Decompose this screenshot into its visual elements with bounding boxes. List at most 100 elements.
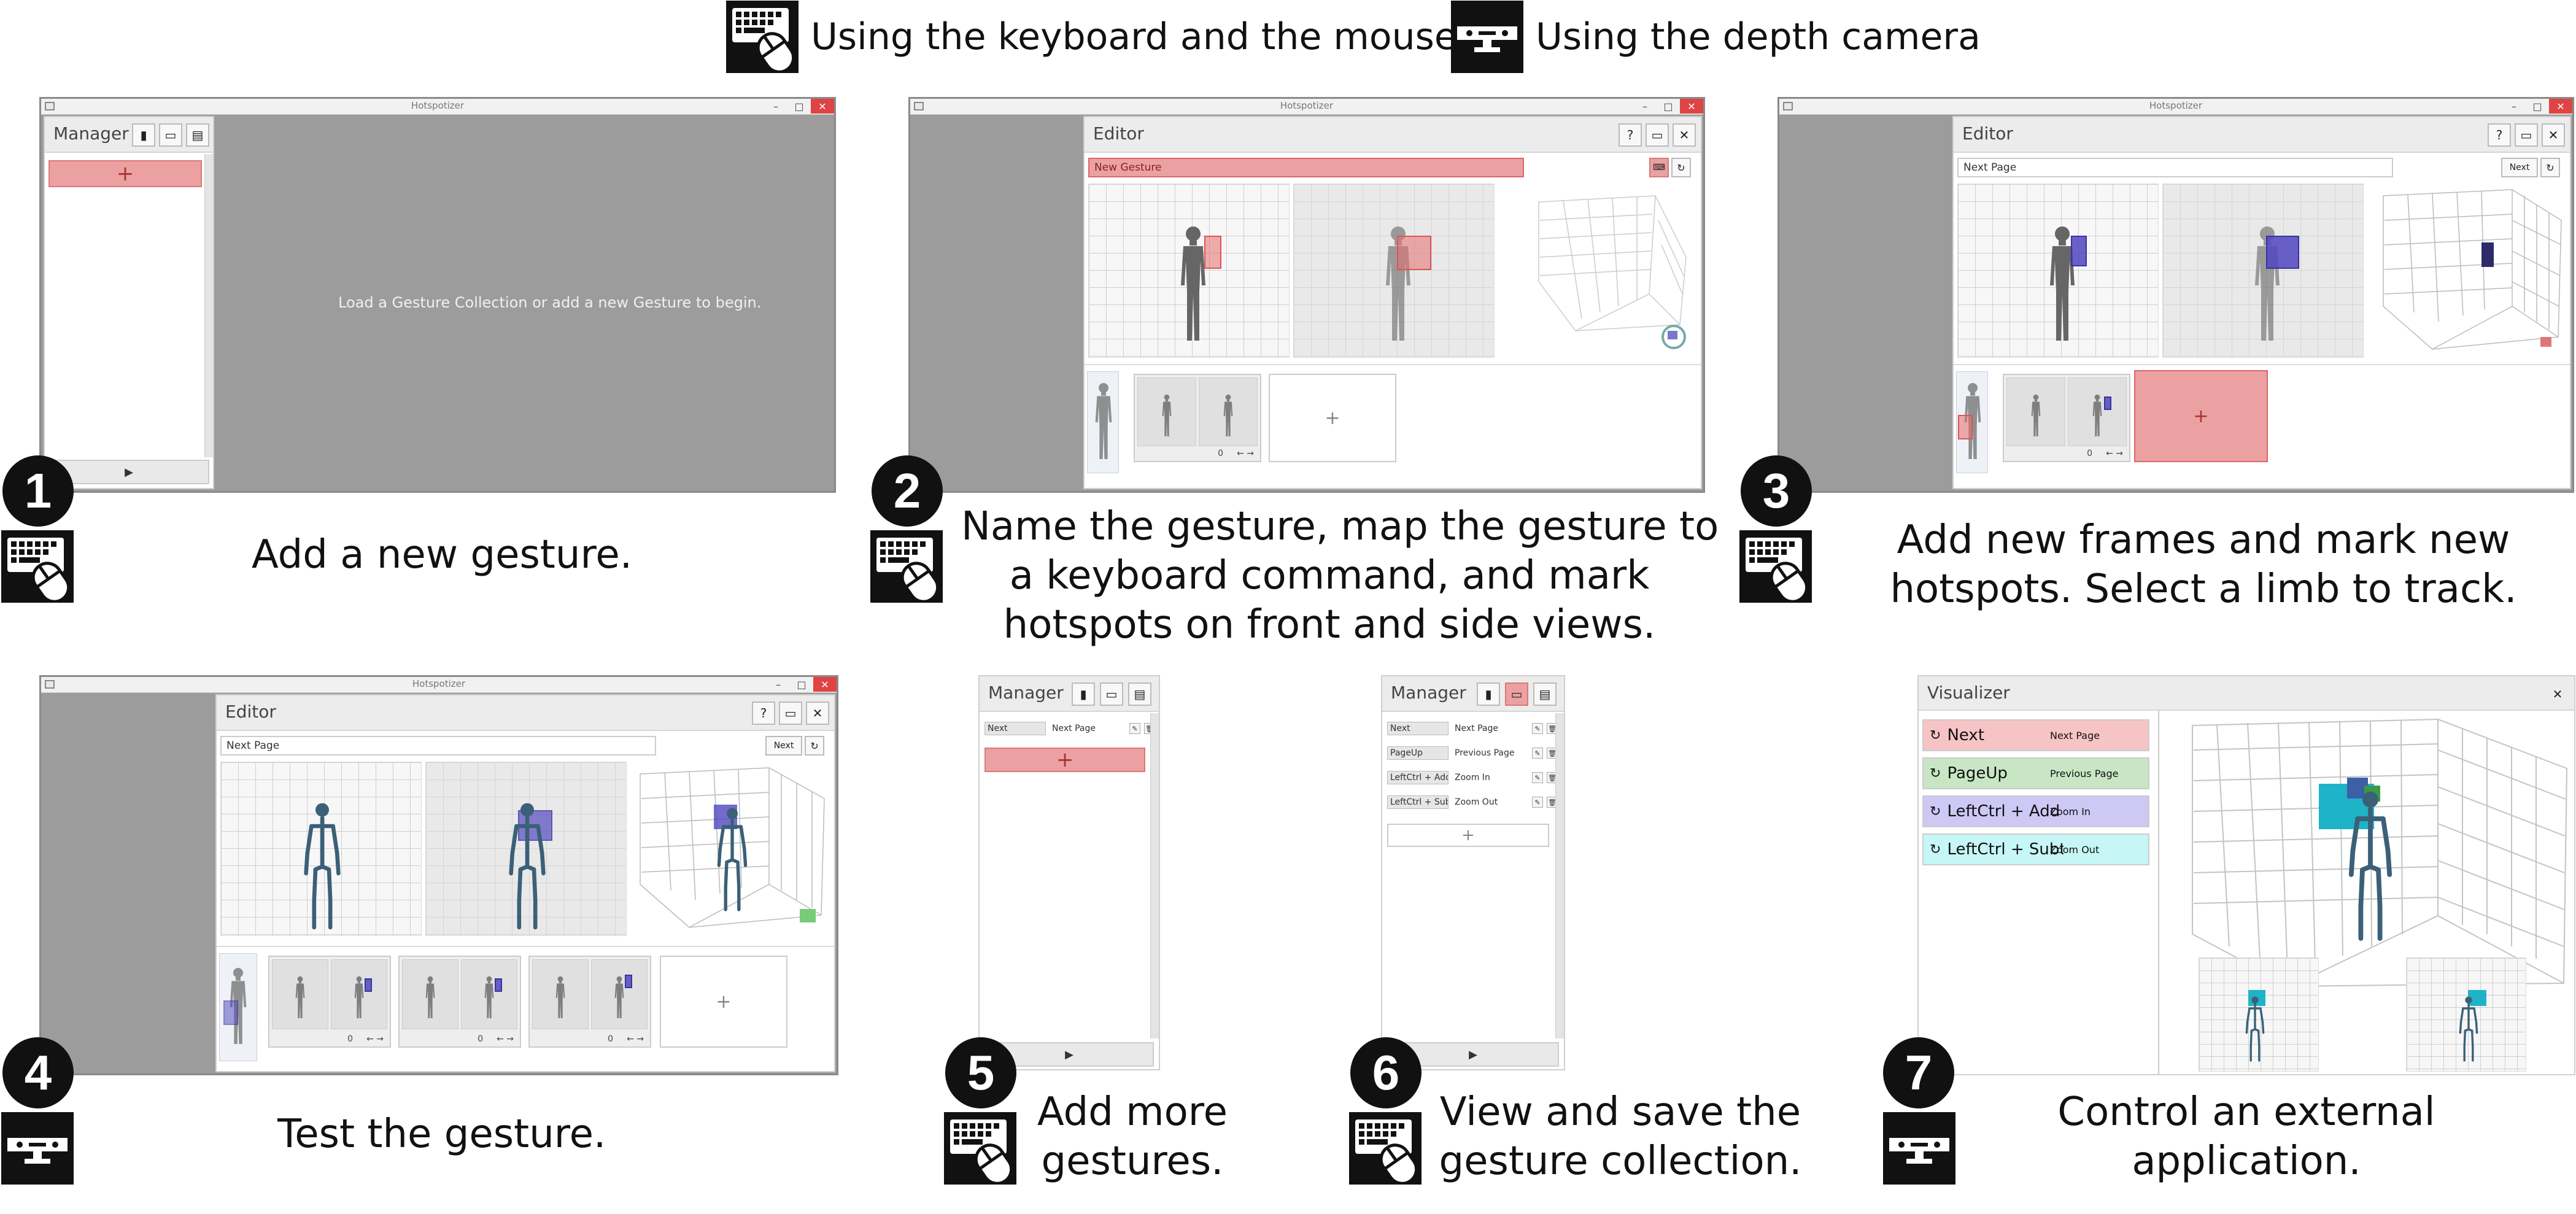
key-mapping-button[interactable]: Next xyxy=(2501,158,2538,177)
new-collection-button[interactable]: ▮ xyxy=(1072,682,1095,706)
save-button[interactable]: ▭ xyxy=(1505,682,1528,706)
gesture-key: Next xyxy=(984,722,1046,735)
close-editor-button[interactable]: ✕ xyxy=(806,702,829,725)
add-gesture-button[interactable]: + xyxy=(984,748,1145,772)
step5-caption: Add more gestures. xyxy=(1019,1088,1246,1186)
3d-view[interactable] xyxy=(1526,184,1692,361)
maximize-button[interactable]: □ xyxy=(1657,99,1680,114)
save-button[interactable]: ▭ xyxy=(1646,123,1669,147)
gesture-row[interactable]: PageUp Previous Page ✎ 🗑 xyxy=(1387,746,1558,760)
save-button[interactable]: ▭ xyxy=(1100,682,1123,706)
skeleton xyxy=(301,799,344,934)
play-button[interactable]: ▶ xyxy=(48,460,209,484)
keyboard-button[interactable]: ⌨ xyxy=(1649,158,1669,177)
close-editor-button[interactable]: ✕ xyxy=(1673,123,1696,147)
side-view-grid[interactable] xyxy=(425,762,627,936)
hotspot xyxy=(2266,236,2299,269)
help-button[interactable]: ? xyxy=(2488,123,2511,147)
frame-nav[interactable]: ← → xyxy=(2106,449,2123,458)
gesture-name-input[interactable]: Next Page xyxy=(220,736,656,756)
gesture-row[interactable]: LeftCtrl + Subtract Zoom Out ✎ 🗑 xyxy=(1387,795,1558,809)
refresh-icon[interactable]: ↻ xyxy=(2540,158,2560,177)
help-button[interactable]: ? xyxy=(752,702,775,725)
new-collection-button[interactable]: ▮ xyxy=(1477,682,1500,706)
add-gesture-button[interactable]: + xyxy=(48,160,202,187)
refresh-icon[interactable]: ↻ xyxy=(805,736,824,756)
frame-nav[interactable]: ← → xyxy=(497,1034,514,1044)
gesture-name-input[interactable]: New Gesture xyxy=(1088,158,1524,177)
open-button[interactable]: ▤ xyxy=(1128,682,1151,706)
frame-thumbnail[interactable]: ← → 0 xyxy=(1134,374,1261,462)
help-button[interactable]: ? xyxy=(1619,123,1642,147)
limb-selector[interactable] xyxy=(219,953,257,1061)
edit-icon[interactable]: ✎ xyxy=(1532,797,1543,808)
open-button[interactable]: ▤ xyxy=(186,123,209,147)
side-view-grid[interactable] xyxy=(2162,184,2364,358)
step-number-badge: 5 xyxy=(945,1037,1016,1108)
add-frame-button[interactable]: + xyxy=(2134,370,2268,462)
gesture-key: LeftCtrl + Subtract xyxy=(1947,840,2064,859)
close-visualizer-button[interactable]: ✕ xyxy=(2546,682,2569,706)
add-frame-button[interactable]: + xyxy=(660,956,787,1048)
save-button[interactable]: ▭ xyxy=(779,702,802,725)
close-button[interactable]: ✕ xyxy=(811,99,834,114)
add-frame-button[interactable]: + xyxy=(1269,374,1396,462)
caption-line: Name the gesture, map the gesture to xyxy=(961,504,1719,549)
frame-thumbnail[interactable]: ← → 0 xyxy=(2003,374,2130,462)
gesture-name-input[interactable]: Next Page xyxy=(1957,158,2393,177)
new-collection-button[interactable]: ▮ xyxy=(132,123,155,147)
scrollbar[interactable] xyxy=(1555,713,1564,1038)
skeleton xyxy=(506,799,549,934)
edit-icon[interactable]: ✎ xyxy=(1129,723,1140,734)
front-view-grid[interactable] xyxy=(1088,184,1290,358)
hotspot xyxy=(1397,236,1431,270)
minimize-button[interactable]: – xyxy=(2502,99,2526,114)
frame-counter: 0 xyxy=(1218,449,1223,458)
maximize-button[interactable]: □ xyxy=(787,99,811,114)
editor-title: Editor xyxy=(1093,123,1144,144)
frame-thumbnail[interactable]: ← → 0 xyxy=(528,956,651,1048)
frame-nav[interactable]: ← → xyxy=(627,1034,644,1044)
close-button[interactable]: ✕ xyxy=(813,677,837,692)
minimize-button[interactable]: – xyxy=(764,99,787,114)
key-label: Next xyxy=(2509,163,2530,172)
refresh-icon[interactable]: ↻ xyxy=(1671,158,1691,177)
save-button[interactable]: ▭ xyxy=(2515,123,2538,147)
step4-window: Hotspotizer – □ ✕ Editor ? ▭ ✕ Next Page N… xyxy=(39,675,838,1075)
gesture-row[interactable]: LeftCtrl + Add Zoom In ✎ 🗑 xyxy=(1387,771,1558,784)
gesture-row[interactable]: Next Next Page ✎ 🗑 xyxy=(1387,722,1558,735)
3d-view[interactable] xyxy=(2377,184,2567,361)
minimize-button[interactable]: – xyxy=(1633,99,1657,114)
side-view-grid[interactable] xyxy=(1293,184,1495,358)
add-gesture-button[interactable]: + xyxy=(1387,824,1549,847)
scrollbar[interactable] xyxy=(1150,713,1159,1038)
key-mapping-button[interactable]: Next xyxy=(765,736,802,756)
frame-nav[interactable]: ← → xyxy=(1237,449,1254,458)
close-editor-button[interactable]: ✕ xyxy=(2542,123,2565,147)
frame-thumbnail[interactable]: ← → 0 xyxy=(268,956,391,1048)
maximize-button[interactable]: □ xyxy=(2526,99,2549,114)
edit-icon[interactable]: ✎ xyxy=(1532,723,1543,734)
front-view-grid[interactable] xyxy=(220,762,422,936)
maximize-button[interactable]: □ xyxy=(790,677,813,692)
keyboard-mouse-icon xyxy=(1,530,74,603)
3d-view[interactable] xyxy=(634,762,830,940)
limb-selector[interactable] xyxy=(1956,371,1988,473)
save-button[interactable]: ▭ xyxy=(159,123,182,147)
limb-selector[interactable] xyxy=(1087,371,1119,473)
frame-thumbnail[interactable]: ← → 0 xyxy=(398,956,521,1048)
gesture-row[interactable]: Next Next Page ✎ 🗑 xyxy=(984,722,1155,735)
close-button[interactable]: ✕ xyxy=(2549,99,2572,114)
gesture-name: Zoom Out xyxy=(1455,797,1498,807)
step1-caption: Add a new gesture. xyxy=(252,530,632,579)
scrollbar[interactable] xyxy=(204,154,213,457)
edit-icon[interactable]: ✎ xyxy=(1532,748,1543,759)
close-button[interactable]: ✕ xyxy=(1680,99,1703,114)
minimize-button[interactable]: – xyxy=(767,677,790,692)
front-view-grid[interactable] xyxy=(1957,184,2159,358)
gesture-status-row: ↻ Next Next Page xyxy=(1922,719,2149,751)
open-button[interactable]: ▤ xyxy=(1533,682,1557,706)
edit-icon[interactable]: ✎ xyxy=(1532,772,1543,783)
front-preview-grid xyxy=(2199,957,2319,1072)
frame-nav[interactable]: ← → xyxy=(366,1034,384,1044)
